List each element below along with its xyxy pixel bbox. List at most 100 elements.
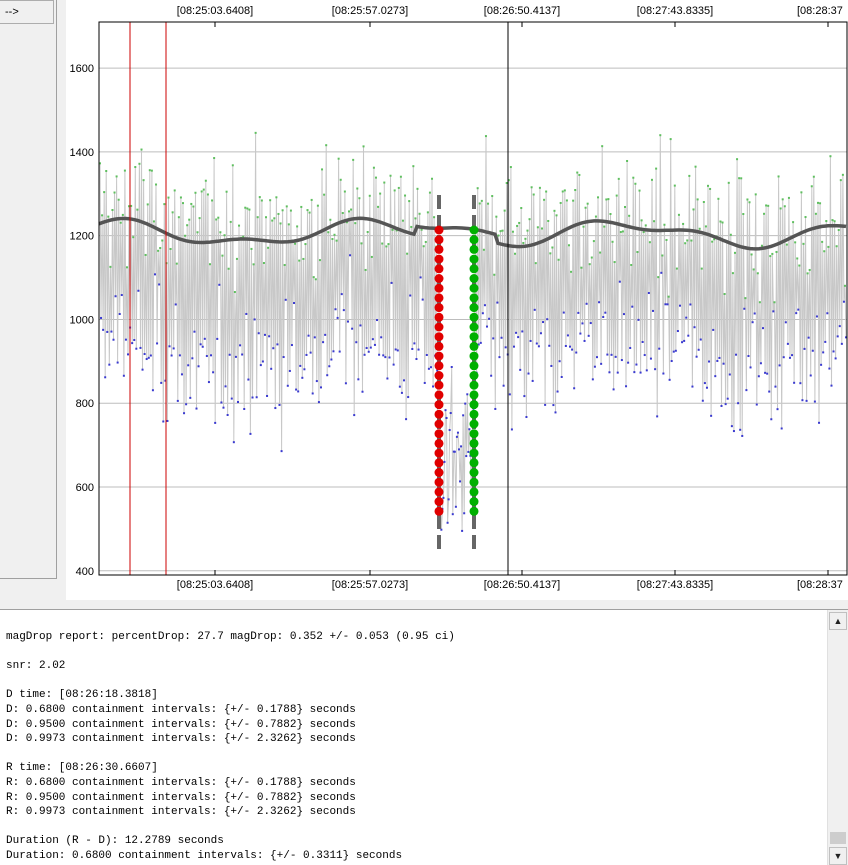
lower-point [604,311,607,314]
upper-point [217,216,220,219]
lower-point [801,399,804,402]
upper-point [729,233,732,236]
upper-point [208,263,211,266]
report-panel[interactable]: magDrop report: percentDrop: 27.7 magDro… [0,609,848,865]
upper-point [657,276,660,279]
lower-point [124,338,127,341]
lower-point [384,356,387,359]
d-marker-dot [434,409,444,419]
report-line [6,747,816,762]
lower-point [631,305,634,308]
lower-point [334,308,337,311]
upper-point [677,213,680,216]
lower-point [466,393,469,396]
lower-point [587,334,590,337]
upper-point [235,257,238,260]
report-line: magDrop report: percentDrop: 27.7 magDro… [6,631,455,643]
lower-point [376,319,379,322]
upper-point [711,240,714,243]
d-marker-dot [434,506,444,516]
d-marker-dot [434,254,444,264]
upper-point [802,242,805,245]
upper-point [570,270,573,273]
lower-point [554,411,557,414]
report-line: R: 0.6800 containment intervals: {+/- 0.… [6,776,356,789]
lower-point [824,340,827,343]
upper-point [302,257,305,260]
upper-point [254,131,257,134]
upper-point [607,198,610,201]
lower-point [263,333,266,336]
upper-point [414,217,417,220]
scroll-down-icon[interactable]: ▼ [829,847,847,865]
upper-point [389,174,392,177]
lower-point [319,386,322,389]
upper-point [783,205,786,208]
scroll-up-icon[interactable]: ▲ [829,612,847,630]
upper-point [574,189,577,192]
upper-point [161,239,164,242]
light-curve-chart[interactable]: 400 600 800 1000 1200 1400 1600 [08:25:03.6408]… [66,0,848,600]
lower-point [457,448,460,451]
upper-point [196,231,199,234]
lower-point [710,414,713,417]
upper-point [528,218,531,221]
chart-svg[interactable]: 400 600 800 1000 1200 1400 1600 [08:25:03.6408]… [66,0,848,600]
upper-point [682,222,685,225]
d-marker-dot [434,438,444,448]
upper-point [219,231,222,234]
upper-point [626,159,629,162]
lower-point [768,390,771,393]
r-marker-dot [469,235,479,245]
lower-point [112,338,115,341]
left-panel: --> [0,0,57,579]
upper-point [132,236,135,239]
upper-point [835,245,838,248]
y-tick-label: 1400 [70,147,94,159]
lower-point [118,313,121,316]
lower-point [618,280,621,283]
upper-point [555,214,558,217]
lower-point [637,318,640,321]
report-scrollbar[interactable]: ▲ ▼ [827,610,848,865]
next-button[interactable]: --> [0,0,54,24]
upper-point [179,196,182,199]
r-marker-dot [469,419,479,429]
lower-point [172,347,175,350]
lower-point [728,373,731,376]
report-line: Duration: 0.6800 containment intervals: … [6,849,403,862]
scroll-thumb[interactable] [830,832,846,844]
upper-point [821,240,824,243]
d-marker-dot [434,283,444,293]
upper-point [416,187,419,190]
lower-point [324,333,327,336]
upper-point [372,166,375,169]
lower-point [683,339,686,342]
r-marker-dot [469,312,479,322]
lower-point [131,342,134,345]
upper-point [543,198,546,201]
r-marker-dot [469,225,479,235]
lower-point [407,396,410,399]
lower-point [828,367,831,370]
upper-point [289,209,292,212]
lower-point [293,302,296,305]
lower-point [386,377,389,380]
d-marker-dot [434,371,444,380]
upper-point [742,213,745,216]
d-marker-dot [434,332,444,342]
upper-point [113,191,116,194]
upper-point [211,199,214,202]
lower-point [425,353,428,356]
upper-point [514,252,517,255]
upper-point [588,263,591,266]
report-line [6,674,816,689]
lower-point [241,353,244,356]
lower-point [813,400,816,403]
lower-point [230,397,233,400]
lower-point [761,327,764,330]
lower-point [529,339,532,342]
upper-point [659,134,662,137]
upper-point [308,211,311,214]
upper-point [794,241,797,244]
